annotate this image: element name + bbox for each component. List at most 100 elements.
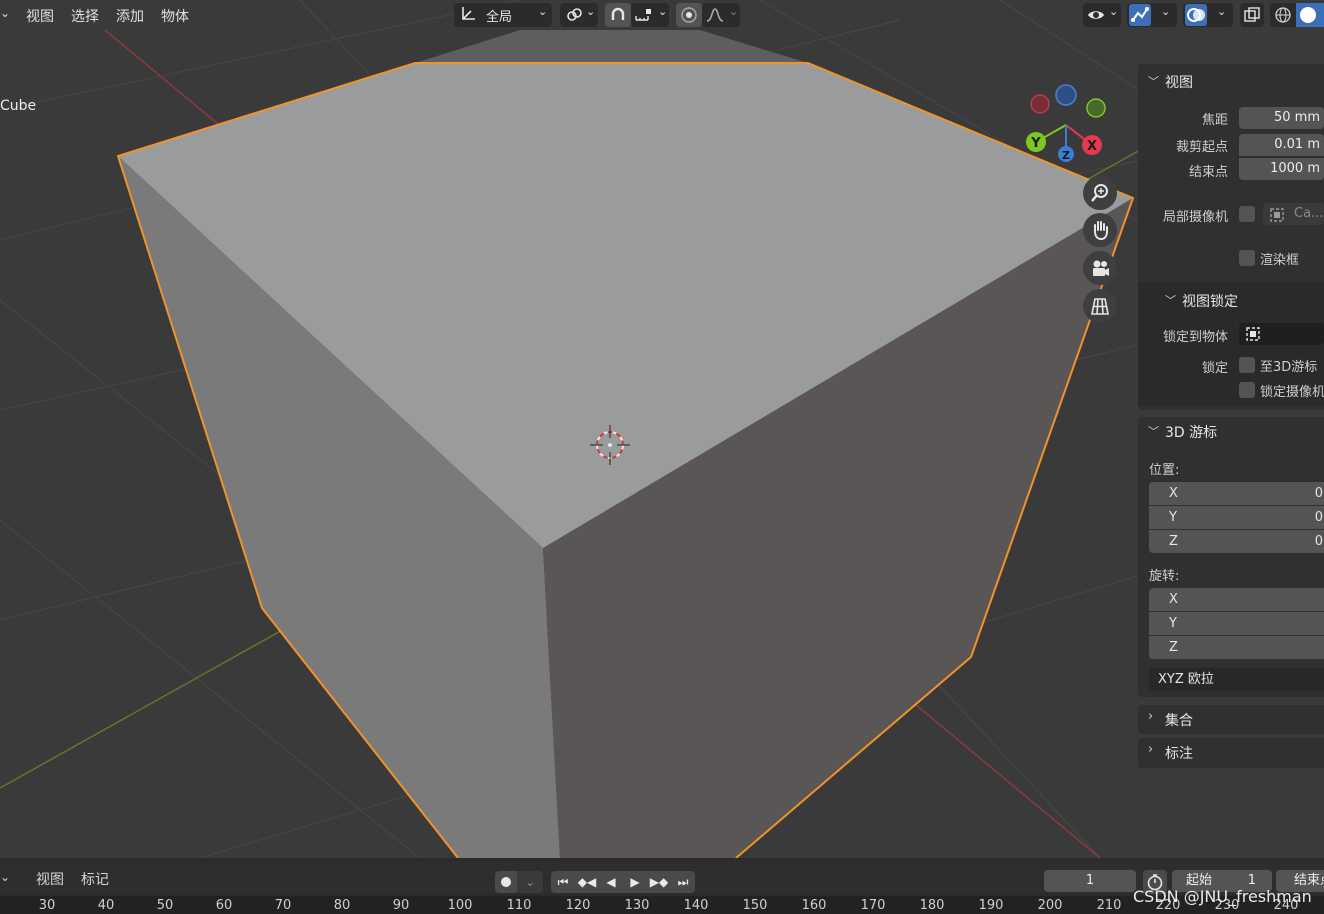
cursor-rotation-x-field[interactable]: X — [1149, 588, 1324, 611]
view-section-header[interactable]: ﹀ 视图 — [1138, 67, 1324, 95]
collections-section-header[interactable]: › 集合 — [1138, 705, 1324, 733]
ruler-tick-label: 170 — [860, 898, 886, 913]
eye-icon — [1087, 6, 1105, 28]
gizmo-icon — [1129, 4, 1151, 26]
menu-select[interactable]: 选择 — [71, 6, 99, 26]
menu-view[interactable]: 视图 — [26, 6, 54, 26]
editor-type-chevron-icon[interactable]: ⌄ — [0, 6, 10, 20]
annotations-section[interactable]: › 标注 — [1138, 738, 1324, 768]
gizmo-toggle[interactable]: ⌄ — [1127, 3, 1177, 27]
grid-perspective-icon — [1091, 298, 1109, 315]
camera-view-button[interactable] — [1083, 251, 1117, 285]
proportional-editing-icon — [680, 6, 698, 28]
collections-section[interactable]: › 集合 — [1138, 705, 1324, 734]
overlays-toggle[interactable]: ⌄ — [1183, 3, 1233, 27]
ruler-tick-label: 70 — [274, 898, 292, 913]
zoom-icon — [1091, 184, 1108, 202]
clip-start-label: 裁剪起点 — [1175, 140, 1228, 155]
keying-dropdown[interactable]: ⌄ — [517, 871, 543, 893]
render-border-checkbox[interactable] — [1239, 250, 1255, 266]
lock-to-cursor-checkbox[interactable] — [1239, 357, 1255, 373]
snap-increment-icon — [634, 6, 654, 28]
watermark: CSDN @JNU_freshman — [1133, 887, 1312, 906]
transform-orientation-dropdown[interactable]: 全局 ⌄ — [454, 3, 552, 27]
ruler-tick-label: 110 — [506, 898, 532, 913]
cursor-location-z-field[interactable]: Z 0 — [1149, 530, 1324, 553]
chevron-down-icon: ⌄ — [586, 5, 596, 18]
snap-toggle[interactable] — [605, 3, 631, 27]
rotation-mode-dropdown[interactable]: XYZ 欧拉 — [1149, 668, 1324, 691]
3d-viewport[interactable]: Y X Z Cube — [0, 0, 1324, 858]
proportional-editing-toggle[interactable] — [676, 3, 702, 27]
chevron-down-icon: ⌄ — [1217, 5, 1227, 18]
jump-to-keyframe-prev-button[interactable]: ◆◀ — [575, 871, 599, 893]
visibility-dropdown[interactable]: ⌄ — [1083, 3, 1121, 27]
gizmo-label-y: Y — [1030, 136, 1041, 151]
menu-object[interactable]: 物体 — [161, 6, 189, 26]
shading-mode-selector[interactable] — [1270, 3, 1324, 27]
play-button[interactable]: ▶ — [623, 871, 647, 893]
ruler-tick-label: 180 — [919, 898, 945, 913]
pan-button[interactable] — [1083, 213, 1117, 247]
object-picker-icon — [1245, 326, 1261, 350]
camera-icon — [1093, 260, 1109, 276]
chevron-down-icon: ﹀ — [1165, 294, 1176, 307]
play-reverse-button[interactable]: ◀ — [599, 871, 623, 893]
timeline-menu-view[interactable]: 视图 — [36, 869, 64, 889]
gizmo-label-z: Z — [1062, 149, 1070, 162]
chevron-down-icon: ⌄ — [1161, 5, 1171, 18]
focal-length-field[interactable]: 50 mm — [1239, 107, 1324, 129]
zoom-button[interactable] — [1083, 176, 1117, 210]
timeline-menu-marker[interactable]: 标记 — [81, 869, 109, 889]
orthographic-toggle-button[interactable] — [1083, 289, 1117, 323]
jump-to-end-button[interactable]: ⏭ — [671, 871, 695, 893]
ruler-tick-label: 90 — [392, 898, 410, 913]
clip-start-field[interactable]: 0.01 m — [1239, 134, 1324, 156]
frame-ruler[interactable] — [0, 896, 1324, 914]
cursor-location-y-field[interactable]: Y 0 — [1149, 506, 1324, 529]
local-camera-label: 局部摄像机 — [1162, 210, 1228, 225]
view-lock-header[interactable]: ﹀ 视图锁定 — [1138, 286, 1324, 312]
object-picker-icon — [1269, 207, 1285, 227]
falloff-curve-icon — [705, 6, 725, 28]
next-keyframe-icon: ▶◆ — [649, 875, 669, 889]
ruler-tick-label: 140 — [683, 898, 709, 913]
solid-shading-icon[interactable] — [1296, 3, 1324, 27]
wireframe-shading-icon[interactable] — [1274, 6, 1292, 28]
jump-to-keyframe-next-button[interactable]: ▶◆ — [647, 871, 671, 893]
clip-end-label: 结束点 — [1188, 165, 1228, 180]
clip-end-field[interactable]: 1000 m — [1239, 158, 1324, 180]
menu-add[interactable]: 添加 — [116, 6, 144, 26]
play-reverse-icon: ◀ — [606, 875, 616, 889]
magnet-icon — [609, 6, 627, 28]
snap-target-dropdown[interactable]: ⌄ — [631, 3, 669, 27]
annotations-section-header[interactable]: › 标注 — [1138, 738, 1324, 766]
cursor-rotation-z-field[interactable]: Z — [1149, 636, 1324, 659]
ruler-tick-label: 120 — [565, 898, 591, 913]
lock-to-object-label: 锁定到物体 — [1162, 330, 1228, 345]
pivot-point-dropdown[interactable]: ⌄ — [560, 3, 598, 27]
jump-to-start-button[interactable]: ⏮ — [551, 871, 575, 893]
render-border-label: 渲染框 — [1260, 253, 1300, 268]
auto-keying-toggle[interactable] — [495, 871, 517, 893]
local-camera-checkbox[interactable] — [1239, 206, 1255, 222]
falloff-dropdown[interactable]: ⌄ — [702, 3, 740, 27]
current-frame-field[interactable]: 1 — [1044, 870, 1136, 892]
lock-to-object-field[interactable] — [1239, 323, 1324, 345]
ruler-tick-label: 30 — [38, 898, 56, 913]
chevron-down-icon: ⌄ — [658, 5, 668, 18]
ruler-tick-label: 50 — [156, 898, 174, 913]
xray-toggle[interactable] — [1240, 3, 1264, 27]
cursor-rotation-y-field[interactable]: Y — [1149, 612, 1324, 635]
record-icon — [501, 877, 511, 887]
ruler-tick-label: 100 — [447, 898, 473, 913]
3d-cursor-section-header[interactable]: ﹀ 3D 游标 — [1138, 417, 1324, 445]
ruler-tick-label: 190 — [978, 898, 1004, 913]
editor-type-chevron-icon[interactable]: ⌄ — [0, 870, 10, 884]
ruler-tick-label: 150 — [742, 898, 768, 913]
sidebar-panel: ﹀ 视图 焦距 50 mm 裁剪起点 0.01 m 结束点 1000 m 局部摄… — [1138, 64, 1324, 770]
chevron-down-icon: ⌄ — [524, 875, 536, 889]
timeline-editor: ⌄ 视图 标记 ⌄ ⏮ ◆◀ ◀ ▶ ▶◆ ⏭ 1 起始 1 结束点 30 40 5… — [0, 858, 1324, 914]
lock-camera-checkbox[interactable] — [1239, 382, 1255, 398]
cursor-location-x-field[interactable]: X 0 — [1149, 482, 1324, 505]
